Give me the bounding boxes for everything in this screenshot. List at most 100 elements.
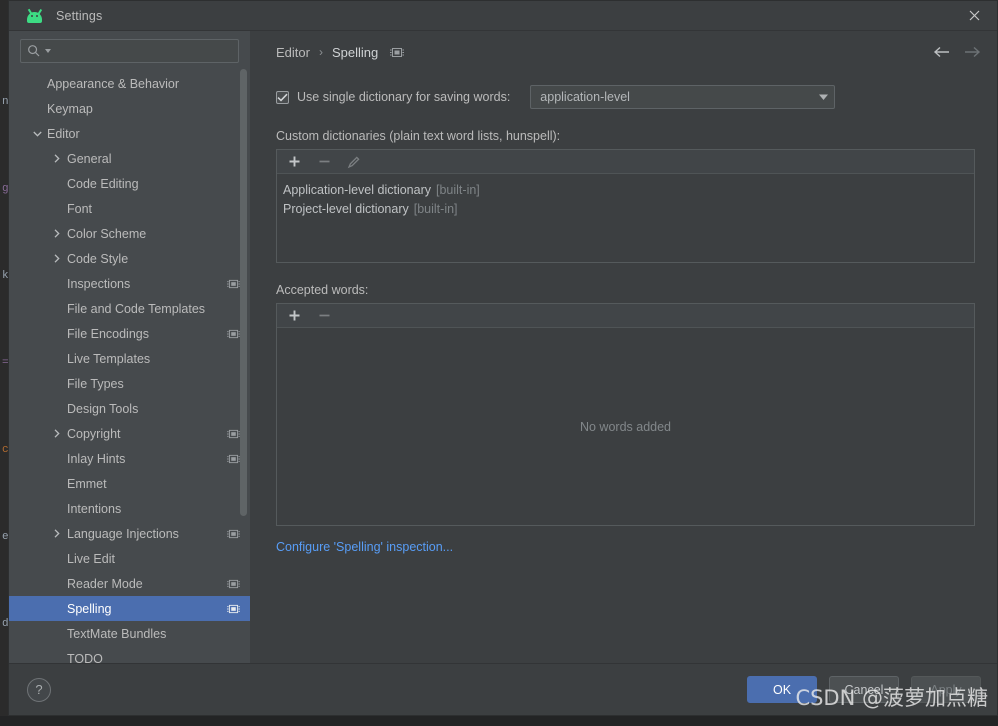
- custom-dictionaries-toolbar: [277, 150, 974, 174]
- screen-bottom-strip: [0, 716, 998, 726]
- use-single-dictionary-checkbox[interactable]: [276, 90, 289, 104]
- accepted-words-list[interactable]: No words added: [277, 328, 974, 525]
- remove-word-button[interactable]: [315, 307, 333, 325]
- close-icon[interactable]: [951, 1, 997, 31]
- project-scope-icon: [227, 454, 240, 464]
- chevron-right-icon[interactable]: [51, 153, 63, 165]
- breadcrumb-parent[interactable]: Editor: [276, 45, 310, 60]
- chevron-down-icon[interactable]: [31, 128, 43, 140]
- arrow-right-icon[interactable]: [964, 45, 981, 63]
- sidebar-item-label: File Types: [67, 376, 124, 391]
- search-wrapper: [9, 31, 250, 69]
- sidebar-item-code-editing[interactable]: Code Editing: [9, 171, 250, 196]
- breadcrumb-separator: ›: [318, 45, 323, 59]
- sidebar-item-code-style[interactable]: Code Style: [9, 246, 250, 271]
- tree-arrow-placeholder: [51, 403, 63, 415]
- sidebar-item-inlay-hints[interactable]: Inlay Hints: [9, 446, 250, 471]
- sidebar-item-label: Spelling: [67, 601, 112, 616]
- accepted-words-empty-text: No words added: [579, 419, 672, 434]
- sidebar-item-font[interactable]: Font: [9, 196, 250, 221]
- dictionary-list-item[interactable]: Application-level dictionary [built-in]: [283, 180, 974, 199]
- tree-arrow-placeholder: [51, 628, 63, 640]
- edit-dictionary-button[interactable]: [345, 153, 363, 171]
- settings-tree[interactable]: Appearance & Behavior Keymap Editor General…: [9, 69, 250, 663]
- custom-dictionaries-list[interactable]: Application-level dictionary [built-in] Pr…: [277, 174, 974, 262]
- search-options-chevron-icon[interactable]: [45, 49, 51, 53]
- sidebar-item-file-types[interactable]: File Types: [9, 371, 250, 396]
- dictionary-builtin-tag: [built-in]: [436, 182, 480, 197]
- sidebar-item-label: Design Tools: [67, 401, 139, 416]
- sidebar-item-editor[interactable]: Editor: [9, 121, 250, 146]
- settings-main-panel: Editor › Spelling Use single dictionary …: [250, 31, 997, 663]
- sidebar-item-label: Editor: [47, 126, 80, 141]
- sidebar-scrollbar-thumb[interactable]: [240, 69, 247, 516]
- sidebar-item-emmet[interactable]: Emmet: [9, 471, 250, 496]
- configure-spelling-inspection-link[interactable]: Configure 'Spelling' inspection...: [276, 540, 453, 554]
- chevron-right-icon[interactable]: [51, 428, 63, 440]
- tree-arrow-placeholder: [51, 278, 63, 290]
- sidebar-item-file-and-code-templates[interactable]: File and Code Templates: [9, 296, 250, 321]
- sidebar-item-todo[interactable]: TODO: [9, 646, 250, 664]
- sidebar-item-file-encodings[interactable]: File Encodings: [9, 321, 250, 346]
- sidebar-item-design-tools[interactable]: Design Tools: [9, 396, 250, 421]
- dictionary-scope-select[interactable]: application-level: [530, 85, 836, 109]
- settings-sidebar: Appearance & Behavior Keymap Editor General…: [9, 31, 250, 663]
- tree-arrow-placeholder: [51, 203, 63, 215]
- sidebar-item-color-scheme[interactable]: Color Scheme: [9, 221, 250, 246]
- dictionary-list-item[interactable]: Project-level dictionary [built-in]: [283, 199, 974, 218]
- apply-button: Apply: [911, 676, 981, 703]
- sidebar-item-label: TODO: [67, 651, 103, 664]
- sidebar-item-live-templates[interactable]: Live Templates: [9, 346, 250, 371]
- arrow-left-icon[interactable]: [933, 45, 950, 63]
- add-word-button[interactable]: [285, 307, 303, 325]
- custom-dictionaries-panel: Application-level dictionary [built-in] Pr…: [276, 149, 975, 263]
- sidebar-item-appearance-behavior[interactable]: Appearance & Behavior: [9, 71, 250, 96]
- tree-arrow-placeholder: [51, 578, 63, 590]
- remove-dictionary-button[interactable]: [315, 153, 333, 171]
- sidebar-item-live-edit[interactable]: Live Edit: [9, 546, 250, 571]
- tree-arrow-placeholder: [51, 303, 63, 315]
- sidebar-item-keymap[interactable]: Keymap: [9, 96, 250, 121]
- sidebar-item-label: General: [67, 151, 112, 166]
- sidebar-item-spelling[interactable]: Spelling: [9, 596, 250, 621]
- use-single-dictionary-row: Use single dictionary for saving words: …: [276, 85, 975, 109]
- sidebar-item-intentions[interactable]: Intentions: [9, 496, 250, 521]
- tree-arrow-placeholder: [31, 103, 43, 115]
- sidebar-item-inspections[interactable]: Inspections: [9, 271, 250, 296]
- sidebar-item-label: Live Edit: [67, 551, 115, 566]
- tree-arrow-placeholder: [51, 553, 63, 565]
- dialog-body: Appearance & Behavior Keymap Editor General…: [9, 31, 997, 663]
- sidebar-item-label: Language Injections: [67, 526, 179, 541]
- help-button[interactable]: ?: [27, 677, 51, 702]
- cancel-button[interactable]: Cancel: [829, 676, 899, 703]
- sidebar-item-reader-mode[interactable]: Reader Mode: [9, 571, 250, 596]
- window-title: Settings: [56, 8, 103, 23]
- sidebar-item-label: Font: [67, 201, 93, 216]
- sidebar-item-label: Live Templates: [67, 351, 151, 366]
- accepted-words-label: Accepted words:: [276, 283, 369, 297]
- footer-buttons: OK Cancel Apply: [747, 676, 981, 703]
- ok-button[interactable]: OK: [747, 676, 817, 703]
- search-input[interactable]: [55, 44, 232, 58]
- sidebar-scrollbar[interactable]: [240, 69, 247, 680]
- search-box[interactable]: [20, 39, 239, 63]
- tree-arrow-placeholder: [51, 328, 63, 340]
- tree-arrow-placeholder: [51, 503, 63, 515]
- chevron-right-icon[interactable]: [51, 228, 63, 240]
- sidebar-item-label: Copyright: [67, 426, 121, 441]
- project-scope-icon: [227, 579, 240, 589]
- sidebar-item-textmate-bundles[interactable]: TextMate Bundles: [9, 621, 250, 646]
- project-scope-icon[interactable]: [390, 47, 405, 58]
- chevron-right-icon[interactable]: [51, 253, 63, 265]
- sidebar-item-language-injections[interactable]: Language Injections: [9, 521, 250, 546]
- accepted-words-panel: No words added: [276, 303, 975, 526]
- breadcrumb: Editor › Spelling: [276, 31, 975, 65]
- breadcrumb-current: Spelling: [331, 44, 379, 60]
- sidebar-item-label: Appearance & Behavior: [47, 76, 180, 91]
- sidebar-item-general[interactable]: General: [9, 146, 250, 171]
- project-scope-icon: [227, 279, 240, 289]
- chevron-right-icon[interactable]: [51, 528, 63, 540]
- search-icon: [27, 44, 41, 58]
- sidebar-item-copyright[interactable]: Copyright: [9, 421, 250, 446]
- add-dictionary-button[interactable]: [285, 153, 303, 171]
